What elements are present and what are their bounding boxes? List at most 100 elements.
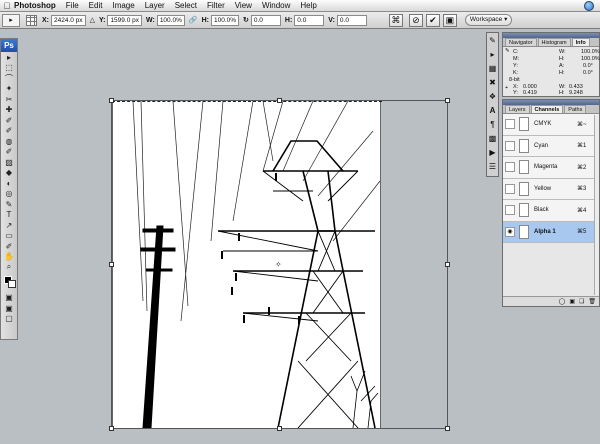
transform-handle-right[interactable]	[445, 262, 450, 267]
visibility-toggle[interactable]	[505, 162, 515, 173]
type-tool-icon[interactable]: T	[1, 210, 17, 221]
channel-row-cmyk[interactable]: CMYK ⌘~	[503, 114, 599, 136]
y-input[interactable]: 1599.0 px	[107, 14, 142, 26]
swatches-panel-icon[interactable]: ▩	[487, 132, 498, 145]
gradient-tool-icon[interactable]: ◆	[1, 168, 17, 179]
tab-navigator[interactable]: Navigator	[505, 38, 537, 46]
character-panel-icon[interactable]: A	[487, 104, 498, 117]
w-input[interactable]: 100.0%	[156, 14, 185, 26]
visibility-toggle[interactable]	[505, 205, 515, 216]
channels-scrollbar[interactable]	[594, 115, 599, 295]
x-field: X: 2424.0 px	[42, 14, 86, 26]
history-panel-icon[interactable]: ☰	[487, 160, 498, 173]
eyedropper-tool-icon[interactable]: ✐	[1, 241, 17, 252]
vskew-input[interactable]: 0.0	[336, 14, 367, 26]
channel-row-cyan[interactable]: Cyan ⌘1	[503, 135, 599, 157]
transform-bounding-box[interactable]: ✧	[109, 98, 450, 431]
menu-image[interactable]: Image	[112, 1, 134, 10]
color-swatches[interactable]	[1, 273, 17, 293]
menu-edit[interactable]: Edit	[89, 1, 103, 10]
zoom-tool-icon[interactable]: ⌕	[1, 262, 17, 273]
path-selection-tool-icon[interactable]: ↗	[1, 220, 17, 231]
rotation-input[interactable]: 0.0	[250, 14, 281, 26]
delta-icon[interactable]: △	[90, 16, 95, 24]
channel-row-yellow[interactable]: Yellow ⌘3	[503, 178, 599, 200]
styles-panel-icon[interactable]: ❖	[487, 90, 498, 103]
menu-window[interactable]: Window	[262, 1, 290, 10]
menu-layer[interactable]: Layer	[145, 1, 165, 10]
visibility-toggle[interactable]	[505, 183, 515, 194]
background-color-swatch[interactable]	[8, 279, 16, 288]
new-channel-icon[interactable]: ❏	[579, 298, 584, 305]
magic-wand-tool-icon[interactable]: ✦	[1, 84, 17, 95]
jump-to-imageready-icon[interactable]: ▢	[1, 314, 17, 325]
cancel-transform-button[interactable]: ⊘	[408, 13, 423, 27]
tab-layers[interactable]: Layers	[505, 105, 530, 113]
load-channel-as-selection-icon[interactable]: ◯	[559, 298, 566, 305]
menu-file[interactable]: File	[66, 1, 79, 10]
pen-tool-icon[interactable]: ✎	[1, 199, 17, 210]
tab-channels[interactable]: Channels	[530, 105, 564, 113]
quick-mask-icon[interactable]: ▣	[1, 293, 17, 304]
crop-tool-icon[interactable]: ✂	[1, 94, 17, 105]
menu-help[interactable]: Help	[300, 1, 316, 10]
commit-transform-button[interactable]: ✔	[425, 13, 440, 27]
clone-stamp-tool-icon[interactable]: ◍	[1, 136, 17, 147]
workspace-menu[interactable]: Workspace ▾	[464, 14, 513, 26]
menu-select[interactable]: Select	[175, 1, 197, 10]
tab-paths[interactable]: Paths	[564, 105, 587, 113]
transform-center-point-icon[interactable]: ✧	[275, 260, 282, 269]
slice-tool-icon[interactable]: ✚	[1, 105, 17, 116]
link-icon[interactable]: 🔗	[189, 16, 198, 24]
transform-handle-top-right[interactable]	[445, 98, 450, 103]
actions-panel-icon[interactable]: ▶	[487, 146, 498, 159]
channel-row-alpha-1[interactable]: ◉ Alpha 1 ⌘5	[503, 221, 599, 243]
transform-handle-top-left[interactable]	[109, 98, 114, 103]
blur-tool-icon[interactable]: ◐	[1, 178, 17, 189]
history-brush-tool-icon[interactable]: ✐	[1, 147, 17, 158]
palette-well-button[interactable]: ▣	[442, 13, 457, 27]
paragraph-panel-icon[interactable]: ¶	[487, 118, 498, 131]
transform-handle-bottom-left[interactable]	[109, 426, 114, 431]
hand-tool-icon[interactable]: ✋	[1, 252, 17, 263]
h-input[interactable]: 100.0%	[210, 14, 240, 26]
transform-handle-left[interactable]	[109, 262, 114, 267]
screen-mode-icon[interactable]: ▣	[1, 303, 17, 314]
photoshop-logo[interactable]: Ps	[1, 39, 17, 52]
shape-tool-icon[interactable]: ▭	[1, 231, 17, 242]
apple-menu-icon[interactable]: 	[0, 1, 14, 11]
hskew-input[interactable]: 0.0	[294, 14, 325, 26]
move-tool-icon[interactable]: ▸	[1, 52, 17, 63]
delete-channel-icon[interactable]: 🗑	[588, 298, 596, 305]
reference-point-icon[interactable]	[26, 14, 37, 26]
menu-filter[interactable]: Filter	[207, 1, 225, 10]
brush-tool-icon[interactable]: ✐	[1, 126, 17, 137]
tool-presets-panel-icon[interactable]: ▸	[487, 48, 498, 61]
dodge-tool-icon[interactable]: ◎	[1, 189, 17, 200]
lasso-tool-icon[interactable]: ⌒	[1, 73, 17, 84]
transform-handle-bottom[interactable]	[277, 426, 282, 431]
visibility-toggle[interactable]	[505, 140, 515, 151]
visibility-toggle[interactable]	[505, 119, 515, 130]
tools-x-panel-icon[interactable]: ✖	[487, 76, 498, 89]
layer-comps-panel-icon[interactable]: ▦	[487, 62, 498, 75]
tab-histogram[interactable]: Histogram	[537, 38, 571, 46]
save-selection-as-channel-icon[interactable]: ▣	[569, 298, 575, 305]
healing-brush-tool-icon[interactable]: ✐	[1, 115, 17, 126]
menu-view[interactable]: View	[235, 1, 252, 10]
channel-row-magenta[interactable]: Magenta ⌘2	[503, 157, 599, 179]
marquee-tool-icon[interactable]: ⬚	[1, 63, 17, 74]
x-label: X:	[42, 16, 49, 24]
eye-icon[interactable]: ◉	[505, 226, 515, 237]
brushes-panel-icon[interactable]: ✎	[487, 34, 498, 47]
transform-handle-top[interactable]	[277, 98, 282, 103]
spotlight-icon[interactable]	[584, 1, 594, 11]
x-input[interactable]: 2424.0 px	[51, 14, 86, 26]
tool-preset-picker[interactable]: ▸	[2, 13, 20, 27]
tab-info[interactable]: Info	[571, 38, 590, 46]
transform-handle-bottom-right[interactable]	[445, 426, 450, 431]
menu-app-photoshop[interactable]: Photoshop	[14, 1, 56, 10]
channel-row-black[interactable]: Black ⌘4	[503, 200, 599, 222]
warp-mode-button[interactable]: ⌘	[388, 13, 403, 27]
eraser-tool-icon[interactable]: ▨	[1, 157, 17, 168]
